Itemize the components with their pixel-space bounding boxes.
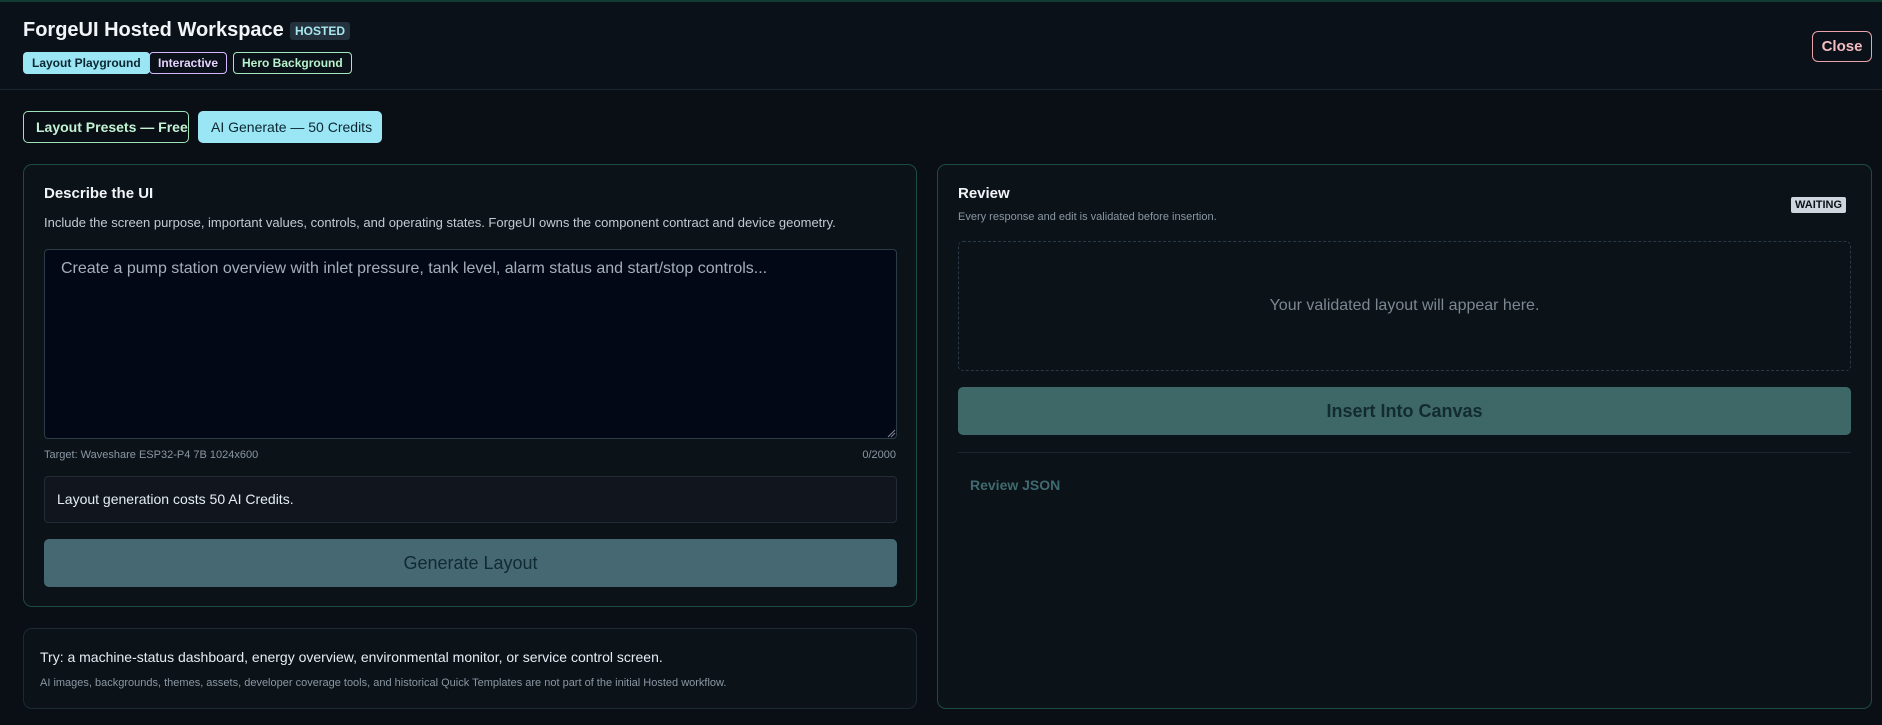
status-badge: WAITING <box>1791 197 1847 213</box>
interactive-pill: Interactive <box>149 52 228 74</box>
describe-textarea[interactable] <box>44 249 897 439</box>
review-subtitle: Every response and edit is validated bef… <box>958 211 1217 223</box>
describe-subtitle: Include the screen purpose, important va… <box>44 215 836 230</box>
layout-preview-area: Your validated layout will appear here. <box>958 241 1851 371</box>
credit-cost-notice: Layout generation costs 50 AI Credits. <box>44 476 897 523</box>
tips-panel: Try: a machine-status dashboard, energy … <box>23 628 917 709</box>
close-button[interactable]: Close <box>1812 31 1872 62</box>
generate-layout-button[interactable]: Generate Layout <box>44 539 897 587</box>
describe-ui-panel: Describe the UI Include the screen purpo… <box>23 164 917 607</box>
layout-presets-tab[interactable]: Layout Presets — Free <box>23 111 189 143</box>
hero-background-pill: Hero Background <box>233 52 352 74</box>
describe-title: Describe the UI <box>44 185 154 202</box>
character-counter: 0/2000 <box>862 449 896 461</box>
tips-disclaimer: AI images, backgrounds, themes, assets, … <box>40 677 727 689</box>
review-json-toggle[interactable]: Review JSON <box>970 477 1060 493</box>
insert-into-canvas-button[interactable]: Insert Into Canvas <box>958 387 1851 435</box>
review-divider <box>958 452 1851 453</box>
resize-grip-icon[interactable] <box>887 429 896 438</box>
layout-playground-pill: Layout Playground <box>23 52 150 74</box>
workspace-title: ForgeUI Hosted Workspace <box>23 19 284 41</box>
review-panel: Review Every response and edit is valida… <box>937 164 1872 709</box>
tips-suggestion: Try: a machine-status dashboard, energy … <box>40 649 663 665</box>
workspace-header: ForgeUI Hosted Workspace HOSTED Layout P… <box>0 2 1882 90</box>
ai-generate-tab[interactable]: AI Generate — 50 Credits <box>198 111 382 143</box>
review-title: Review <box>958 185 1010 202</box>
hosted-badge: HOSTED <box>290 22 351 40</box>
target-device-label: Target: Waveshare ESP32-P4 7B 1024x600 <box>44 449 259 461</box>
